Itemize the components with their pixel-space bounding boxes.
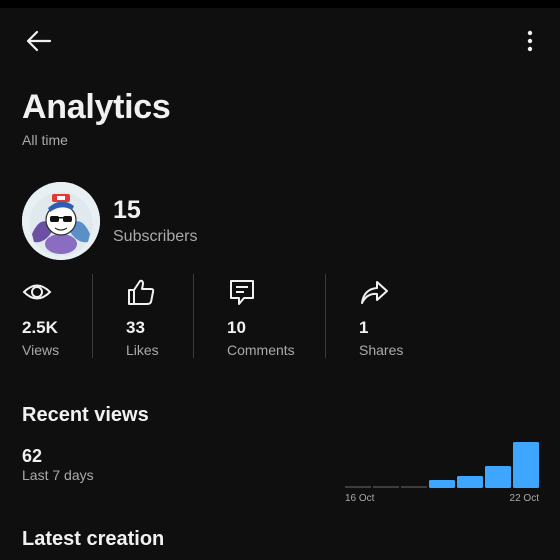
stat-value: 10 <box>227 318 246 337</box>
back-button[interactable] <box>22 26 54 56</box>
channel-avatar[interactable] <box>22 182 100 260</box>
chart-bar-17-oct <box>373 486 399 488</box>
recent-views-chart[interactable]: 16 Oct 22 Oct <box>344 438 540 504</box>
stat-views[interactable]: 2.5K Views <box>22 274 92 360</box>
stat-value: 2.5K <box>22 318 58 337</box>
status-bar <box>0 0 560 8</box>
stat-comments[interactable]: 10 Comments <box>227 274 323 360</box>
latest-creation-heading: Latest creation <box>22 528 165 550</box>
divider <box>193 274 194 358</box>
more-vertical-icon <box>527 30 533 52</box>
divider <box>325 274 326 358</box>
page-title: Analytics <box>22 88 171 126</box>
avatar-image <box>22 182 100 260</box>
stat-label: Shares <box>359 342 404 358</box>
thumbs-up-icon <box>128 279 155 305</box>
share-icon <box>361 281 388 304</box>
stat-value: 33 <box>126 318 145 337</box>
chart-bar-22-oct <box>513 442 539 488</box>
arrow-left-icon <box>26 30 52 52</box>
stat-likes[interactable]: 33 Likes <box>126 274 192 360</box>
subscriber-count: 15 <box>113 196 141 224</box>
time-range-label: All time <box>22 132 68 148</box>
chart-bar-21-oct <box>485 466 511 488</box>
subscriber-label: Subscribers <box>113 228 198 245</box>
more-options-button[interactable] <box>518 26 542 56</box>
chart-bar-18-oct <box>401 486 427 488</box>
recent-views-heading: Recent views <box>22 404 149 426</box>
recent-views-count: 62 <box>22 446 43 466</box>
stat-shares[interactable]: 1 Shares <box>359 274 439 360</box>
stat-label: Views <box>22 342 60 358</box>
chart-bar-20-oct <box>457 476 483 488</box>
stats-row: 2.5K Views 33 Likes 10 Comments 1 Shares <box>0 274 560 360</box>
comment-icon <box>230 280 254 305</box>
chart-tick-end: 22 Oct <box>510 493 540 504</box>
recent-views-period: Last 7 days <box>22 467 94 483</box>
stat-label: Comments <box>227 342 295 358</box>
divider <box>92 274 93 358</box>
eye-icon <box>22 284 52 300</box>
stat-value: 1 <box>359 318 369 337</box>
stat-label: Likes <box>126 342 159 358</box>
chart-bar-19-oct <box>429 480 455 488</box>
chart-bar-16-oct <box>345 486 371 488</box>
chart-tick-start: 16 Oct <box>345 493 375 504</box>
